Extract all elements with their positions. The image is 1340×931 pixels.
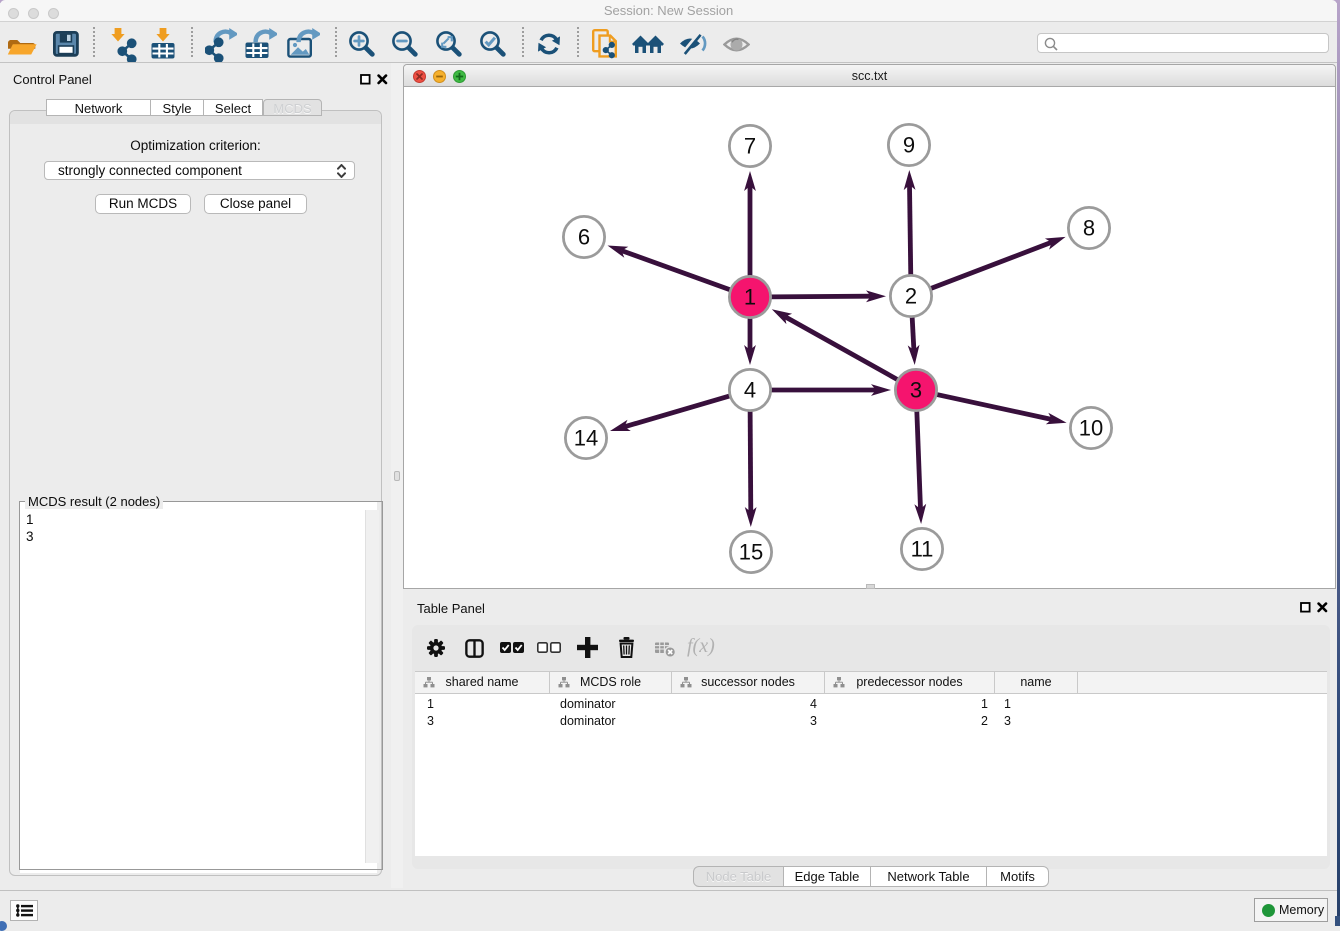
svg-text:11: 11 (911, 537, 934, 562)
svg-text:8: 8 (1083, 216, 1095, 241)
svg-text:15: 15 (739, 540, 763, 565)
svg-text:1: 1 (744, 285, 756, 310)
svg-text:3: 3 (910, 378, 922, 403)
svg-text:10: 10 (1079, 416, 1103, 441)
svg-text:4: 4 (744, 378, 756, 403)
svg-text:2: 2 (905, 284, 917, 309)
svg-text:7: 7 (744, 134, 756, 159)
svg-text:6: 6 (578, 225, 590, 250)
svg-text:9: 9 (903, 133, 915, 158)
svg-text:14: 14 (574, 426, 598, 451)
